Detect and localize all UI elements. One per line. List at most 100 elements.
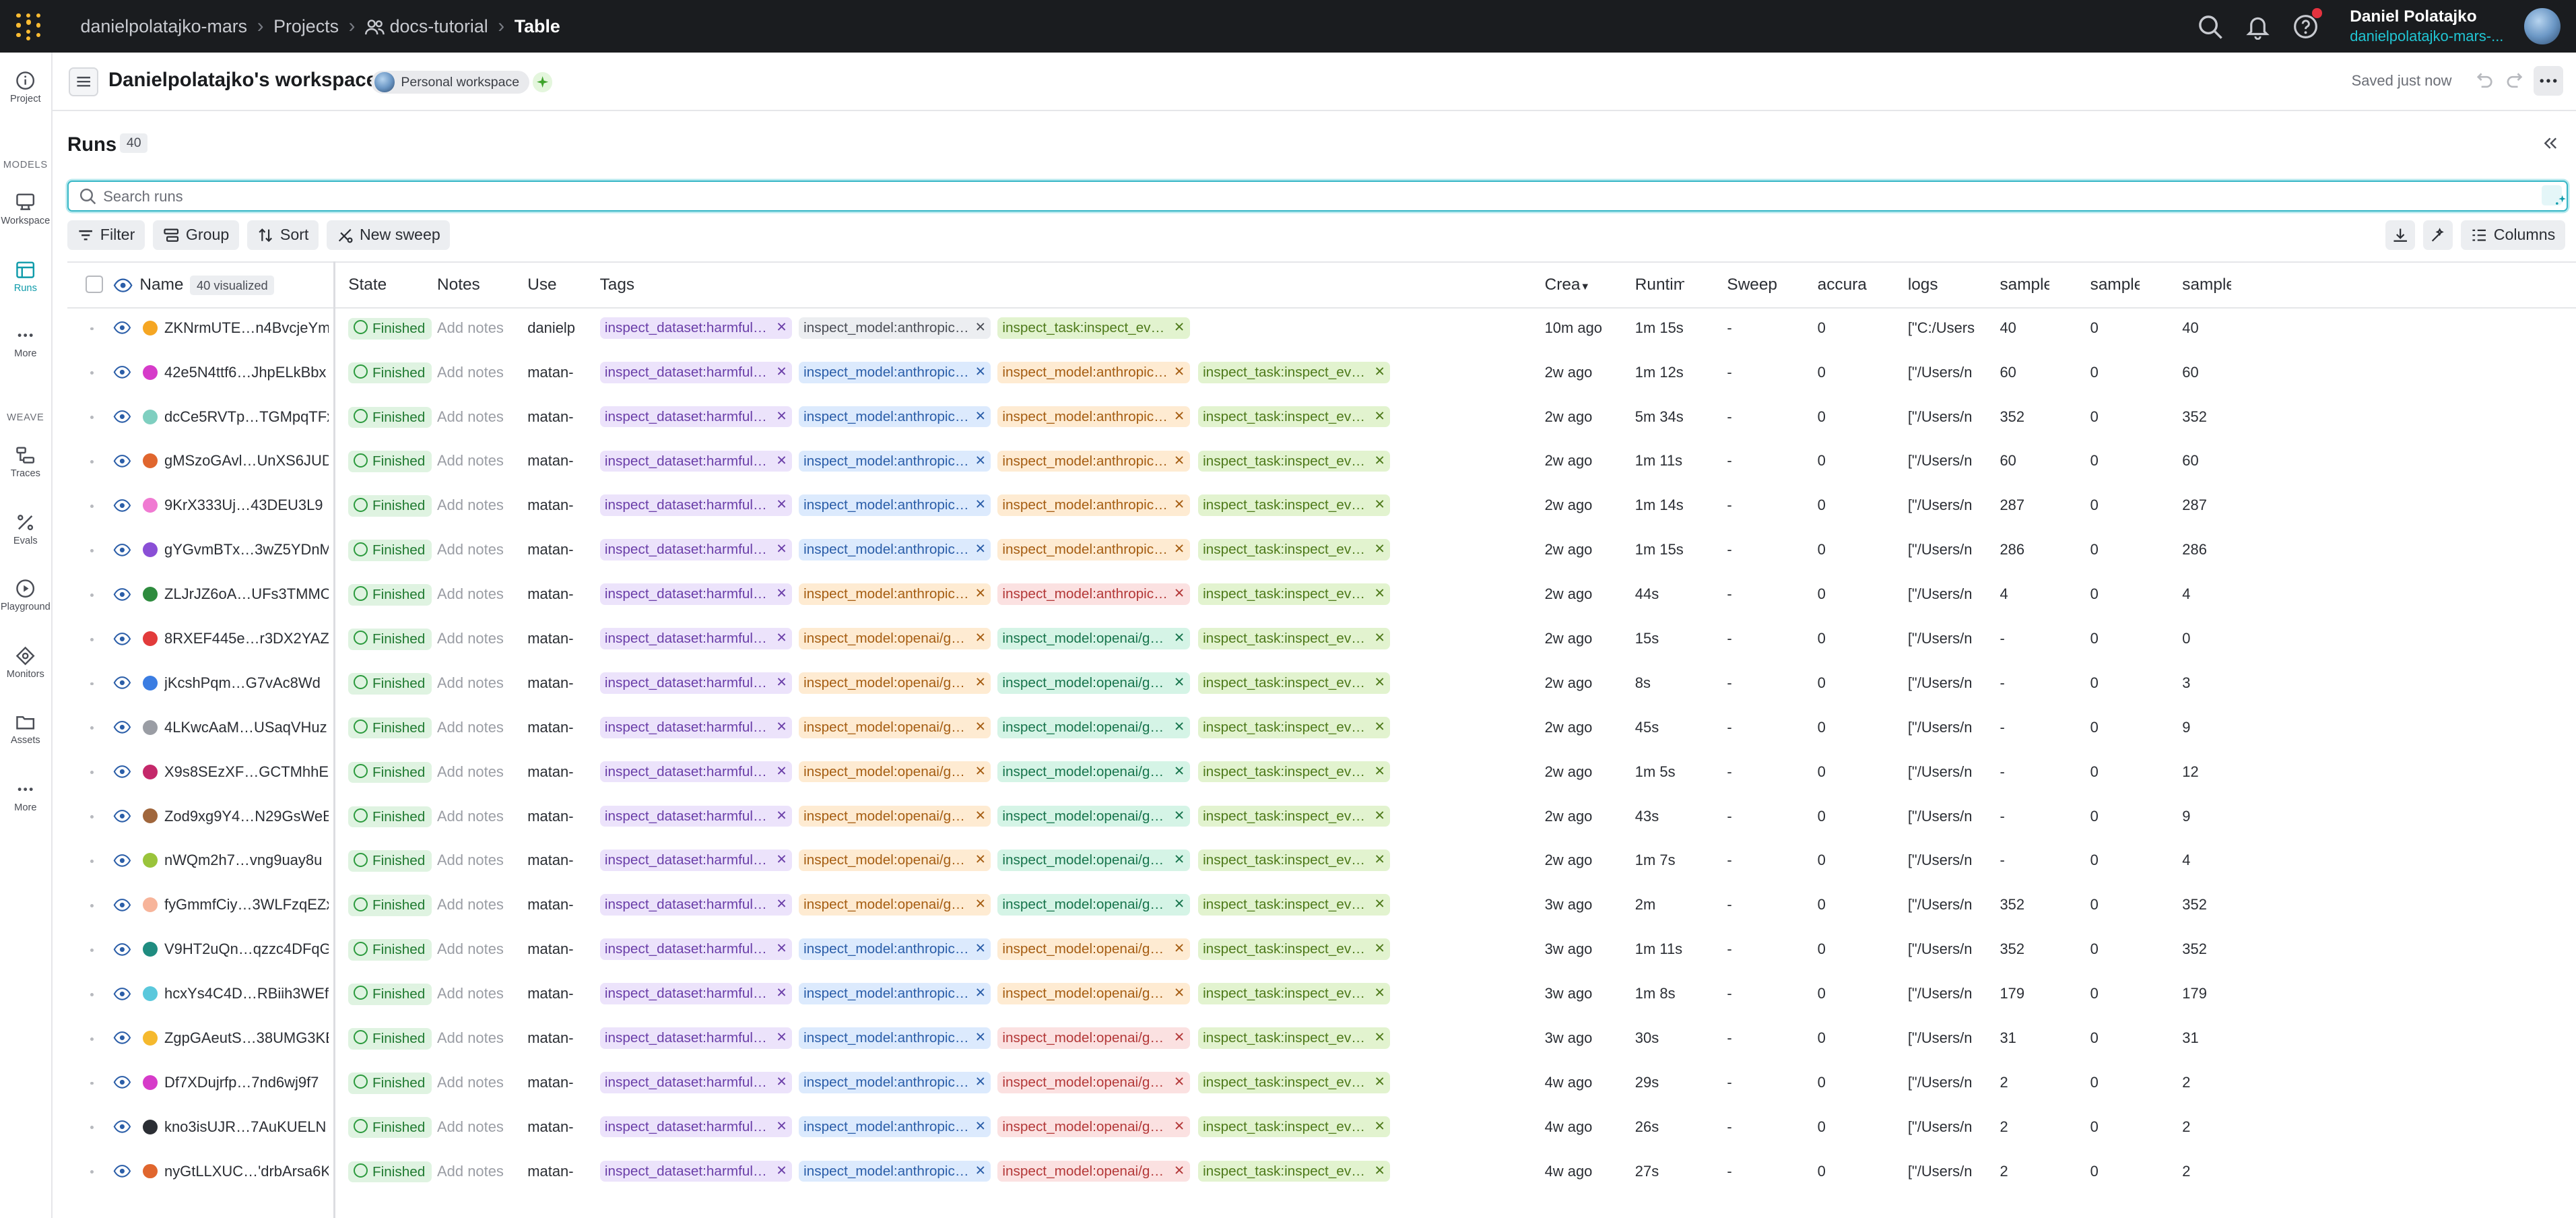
- collapse-panel-icon[interactable]: [2540, 133, 2560, 153]
- personal-workspace-badge[interactable]: Personal workspace: [371, 70, 529, 94]
- run-color-swatch[interactable]: [143, 853, 158, 868]
- remove-tag-icon[interactable]: ✕: [1174, 1116, 1185, 1138]
- new-sweep-button[interactable]: New sweep: [327, 220, 451, 250]
- remove-tag-icon[interactable]: ✕: [1375, 628, 1385, 649]
- run-name[interactable]: Df7XDujrfp…7nd6wj9f7: [164, 1060, 329, 1105]
- remove-tag-icon[interactable]: ✕: [1174, 938, 1185, 960]
- add-notes[interactable]: Add notes: [437, 306, 504, 350]
- run-name[interactable]: 9KrX333Uj…43DEU3L9: [164, 483, 329, 527]
- remove-tag-icon[interactable]: ✕: [1174, 317, 1185, 339]
- row-drag-handle[interactable]: [90, 637, 94, 641]
- eye-icon[interactable]: [113, 940, 131, 959]
- tag-chip[interactable]: inspect_dataset:harmful_… ✕: [599, 672, 793, 694]
- nav-more-models[interactable]: More: [0, 325, 51, 359]
- run-name[interactable]: fyGmmfCiy…3WLFzqEZx: [164, 883, 329, 927]
- auto-visualize-button[interactable]: [2422, 220, 2453, 250]
- remove-tag-icon[interactable]: ✕: [776, 451, 787, 472]
- menu-button[interactable]: [69, 67, 98, 97]
- tag-chip[interactable]: inspect_task:inspect_eva… ✕: [1197, 716, 1391, 738]
- tag-chip[interactable]: inspect_dataset:harmful_… ✕: [599, 983, 793, 1004]
- remove-tag-icon[interactable]: ✕: [776, 583, 787, 605]
- search-input[interactable]: [100, 183, 2490, 210]
- undo-icon[interactable]: [2472, 69, 2495, 92]
- workspace-title[interactable]: Danielpolatajko's workspace: [108, 69, 377, 92]
- remove-tag-icon[interactable]: ✕: [776, 628, 787, 649]
- table-row[interactable]: ZKNrmUTE…n4BvcjeYm Finished Add notes danie…: [67, 306, 2576, 350]
- remove-tag-icon[interactable]: ✕: [975, 806, 986, 827]
- remove-tag-icon[interactable]: ✕: [1375, 983, 1385, 1004]
- tag-chip[interactable]: inspect_model:anthropic/… ✕: [798, 317, 991, 339]
- tag-chip[interactable]: inspect_model:openai/gpt… ✕: [997, 628, 1190, 649]
- remove-tag-icon[interactable]: ✕: [975, 983, 986, 1004]
- row-drag-handle[interactable]: [90, 416, 94, 420]
- tag-chip[interactable]: inspect_dataset:harmful_… ✕: [599, 805, 793, 827]
- eye-icon[interactable]: [113, 763, 131, 781]
- remove-tag-icon[interactable]: ✕: [975, 1116, 986, 1138]
- remove-tag-icon[interactable]: ✕: [776, 1161, 787, 1182]
- table-row[interactable]: V9HT2uQn…qzzc4DFqG Finished Add notes matan…: [67, 927, 2576, 971]
- col-samples-2[interactable]: sample: [2090, 263, 2140, 307]
- run-color-swatch[interactable]: [143, 942, 158, 957]
- eye-icon[interactable]: [113, 363, 131, 381]
- remove-tag-icon[interactable]: ✕: [1375, 1027, 1385, 1049]
- add-notes[interactable]: Add notes: [437, 794, 504, 839]
- add-notes[interactable]: Add notes: [437, 439, 504, 483]
- run-name[interactable]: ZgpGAeutS…38UMG3KE: [164, 1016, 329, 1060]
- tag-chip[interactable]: inspect_task:inspect_eva… ✕: [1197, 1160, 1391, 1182]
- run-color-swatch[interactable]: [143, 719, 158, 735]
- tag-chip[interactable]: inspect_task:inspect_eva… ✕: [1197, 761, 1391, 783]
- tag-chip[interactable]: inspect_model:openai/gpt… ✕: [997, 983, 1190, 1004]
- tag-chip[interactable]: inspect_task:inspect_eva… ✕: [1197, 583, 1391, 605]
- columns-button[interactable]: Columns: [2461, 220, 2565, 250]
- col-state[interactable]: State: [348, 263, 387, 307]
- run-name[interactable]: gYGvmBTx…3wZ5YDnM: [164, 527, 329, 572]
- remove-tag-icon[interactable]: ✕: [776, 850, 787, 871]
- tag-chip[interactable]: inspect_model:openai/gpt… ✕: [997, 761, 1190, 783]
- remove-tag-icon[interactable]: ✕: [975, 362, 986, 383]
- tag-chip[interactable]: inspect_model:anthropic/… ✕: [798, 1160, 991, 1182]
- table-row[interactable]: ZLJrJZ6oA…UFs3TMMC Finished Add notes matan…: [67, 572, 2576, 616]
- table-row[interactable]: ZgpGAeutS…38UMG3KE Finished Add notes matan…: [67, 1016, 2576, 1060]
- remove-tag-icon[interactable]: ✕: [1174, 761, 1185, 783]
- remove-tag-icon[interactable]: ✕: [1375, 1072, 1385, 1093]
- table-row[interactable]: dcCe5RVTp…TGMpqTFx Finished Add notes matan…: [67, 395, 2576, 439]
- tag-chip[interactable]: inspect_model:anthropic/… ✕: [798, 406, 991, 428]
- eye-icon[interactable]: [113, 630, 131, 648]
- run-name[interactable]: 42e5N4ttf6…JhpELkBbx: [164, 350, 329, 395]
- tag-chip[interactable]: inspect_model:openai/gpt… ✕: [997, 1116, 1190, 1138]
- row-drag-handle[interactable]: [90, 860, 94, 863]
- remove-tag-icon[interactable]: ✕: [975, 406, 986, 428]
- tag-chip[interactable]: inspect_task:inspect_eva… ✕: [1197, 938, 1391, 960]
- tag-chip[interactable]: inspect_task:inspect_eva… ✕: [1197, 406, 1391, 428]
- tag-chip[interactable]: inspect_dataset:harmful_… ✕: [599, 850, 793, 872]
- visibility-header[interactable]: [113, 263, 133, 307]
- table-row[interactable]: nWQm2h7…vng9uay8u Finished Add notes matan-…: [67, 838, 2576, 883]
- remove-tag-icon[interactable]: ✕: [776, 983, 787, 1004]
- tag-chip[interactable]: inspect_dataset:harmful_… ✕: [599, 1027, 793, 1049]
- run-name[interactable]: 8RXEF445e…r3DX2YAZY: [164, 616, 329, 661]
- run-name[interactable]: gMSzoGAvl…UnXS6JUD: [164, 439, 329, 483]
- run-color-swatch[interactable]: [143, 1119, 158, 1134]
- tag-chip[interactable]: inspect_dataset:harmful_… ✕: [599, 1160, 793, 1182]
- remove-tag-icon[interactable]: ✕: [1174, 362, 1185, 383]
- remove-tag-icon[interactable]: ✕: [1375, 672, 1385, 694]
- row-drag-handle[interactable]: [90, 548, 94, 552]
- tag-chip[interactable]: inspect_dataset:harmful_… ✕: [599, 583, 793, 605]
- remove-tag-icon[interactable]: ✕: [975, 850, 986, 871]
- add-notes[interactable]: Add notes: [437, 350, 504, 395]
- eye-icon[interactable]: [113, 452, 131, 470]
- eye-icon[interactable]: [113, 674, 131, 692]
- tag-chip[interactable]: inspect_model:anthropic/… ✕: [997, 539, 1190, 561]
- col-sweep[interactable]: Sweep: [1727, 263, 1777, 307]
- table-row[interactable]: gMSzoGAvl…UnXS6JUD Finished Add notes matan…: [67, 439, 2576, 483]
- tag-chip[interactable]: inspect_dataset:harmful_… ✕: [599, 361, 793, 383]
- eye-icon[interactable]: [113, 1073, 131, 1091]
- row-drag-handle[interactable]: [90, 1170, 94, 1174]
- remove-tag-icon[interactable]: ✕: [1375, 1116, 1385, 1138]
- run-name[interactable]: ZKNrmUTE…n4BvcjeYm: [164, 306, 329, 350]
- remove-tag-icon[interactable]: ✕: [776, 1116, 787, 1138]
- remove-tag-icon[interactable]: ✕: [1375, 761, 1385, 783]
- nav-runs[interactable]: Runs: [0, 260, 51, 294]
- table-row[interactable]: X9s8SEzXF…GCTMhhEZ Finished Add notes matan…: [67, 750, 2576, 794]
- remove-tag-icon[interactable]: ✕: [1174, 672, 1185, 694]
